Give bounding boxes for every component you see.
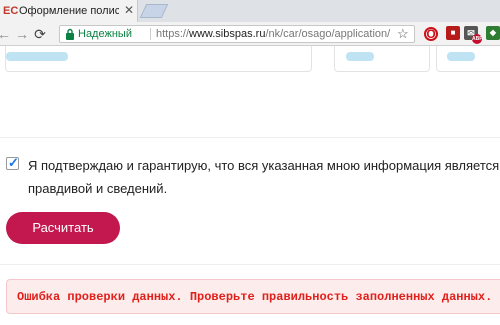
blurred-content: [346, 52, 374, 61]
bookmark-star-icon[interactable]: ☆: [397, 26, 409, 42]
error-message: Ошибка проверки данных. Проверьте правил…: [17, 290, 493, 304]
secure-label: Надежный: [78, 28, 132, 40]
url-text[interactable]: https://www.sibspas.ru/nk/car/osago/appl…: [156, 27, 390, 41]
new-tab-button[interactable]: [139, 4, 169, 18]
omnibox-separator: [150, 28, 151, 40]
close-tab-icon[interactable]: ✕: [123, 3, 135, 17]
url-path: /nk/car/osago/application/: [265, 28, 391, 40]
browser-tab[interactable]: ЕС Оформление полиса он ✕: [0, 0, 138, 22]
blurred-content: [447, 52, 475, 61]
option-cards-row: [0, 46, 500, 74]
calculate-button[interactable]: Расчитать: [6, 212, 120, 244]
site-favicon-icon: ЕС: [3, 5, 19, 17]
url-host: www.sibspas.ru: [189, 28, 266, 40]
extension-icon-2[interactable]: ◆: [486, 26, 500, 40]
option-card[interactable]: [334, 46, 430, 72]
checkmark-icon: ✓: [8, 155, 19, 170]
tab-title: Оформление полиса он: [19, 5, 119, 17]
browser-toolbar: ← → ⟳ Надежный https://www.sibspas.ru/nk…: [0, 22, 500, 46]
reload-icon[interactable]: ⟳: [32, 26, 48, 42]
address-bar[interactable]: Надежный https://www.sibspas.ru/nk/car/o…: [59, 25, 415, 43]
divider: [0, 137, 500, 138]
error-alert: Ошибка проверки данных. Проверьте правил…: [6, 279, 500, 314]
confirm-checkbox[interactable]: ✓: [6, 155, 19, 170]
lock-icon: [66, 28, 74, 40]
option-card[interactable]: [5, 46, 312, 72]
blurred-content: [6, 52, 68, 61]
tab-strip: ЕС Оформление полиса он ✕: [0, 0, 500, 22]
opera-extension-icon[interactable]: O: [424, 27, 438, 41]
confirmation-label[interactable]: Я подтверждаю и гарантирую, что вся указ…: [28, 154, 500, 200]
extension-icon[interactable]: ■: [446, 26, 460, 40]
adblock-icon[interactable]: ABP: [472, 34, 483, 44]
back-icon[interactable]: ←: [0, 26, 12, 42]
url-scheme: https://: [156, 28, 190, 40]
divider: [0, 264, 500, 265]
option-card[interactable]: [436, 46, 500, 72]
confirmation-row: ✓ Я подтверждаю и гарантирую, что вся ук…: [6, 153, 500, 196]
forward-icon[interactable]: →: [14, 26, 30, 42]
